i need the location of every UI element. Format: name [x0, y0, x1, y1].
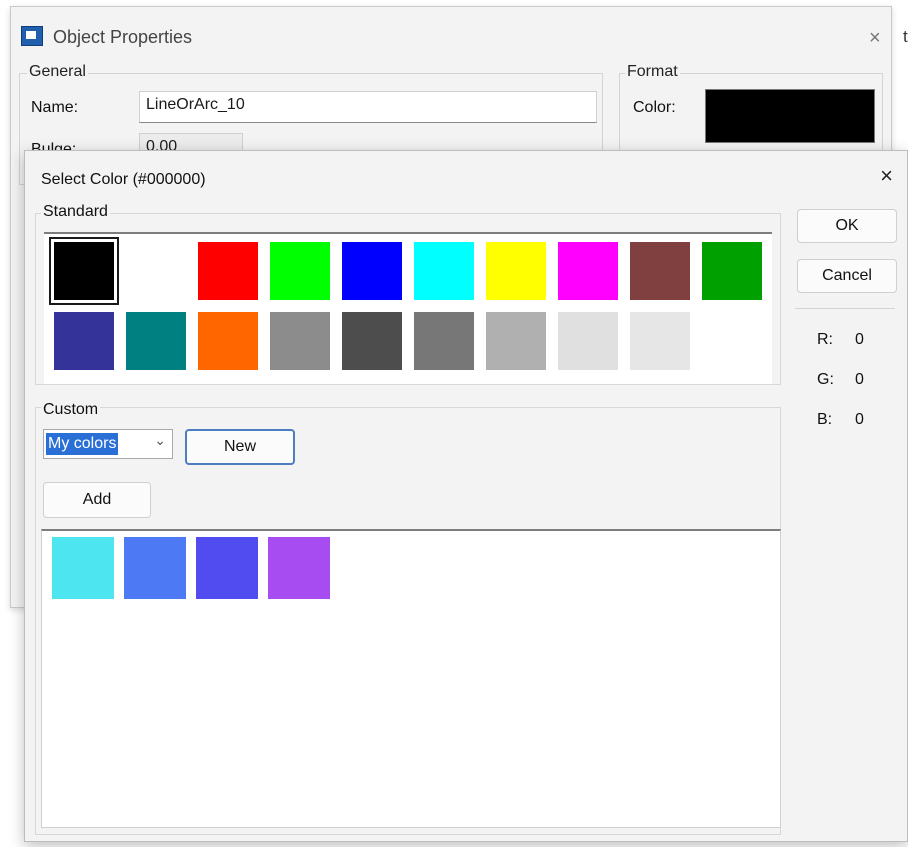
standard-color-swatch[interactable] — [414, 312, 474, 370]
standard-color-swatch[interactable] — [630, 312, 690, 370]
custom-color-swatch[interactable] — [124, 537, 186, 599]
standard-group-label: Standard — [41, 203, 110, 221]
window-close-icon[interactable]: × — [869, 27, 881, 50]
standard-color-swatch[interactable] — [198, 242, 258, 300]
standard-color-swatch[interactable] — [126, 312, 186, 370]
green-label: G: — [817, 371, 834, 388]
side-divider — [795, 308, 895, 309]
standard-color-swatch[interactable] — [342, 312, 402, 370]
standard-color-swatch[interactable] — [54, 312, 114, 370]
blue-label: B: — [817, 411, 833, 428]
custom-group-label: Custom — [41, 401, 101, 419]
format-color-swatch[interactable] — [705, 89, 875, 143]
standard-color-swatch[interactable] — [486, 312, 546, 370]
new-palette-button[interactable]: New — [185, 429, 295, 465]
green-value: 0 — [855, 371, 864, 388]
cancel-button[interactable]: Cancel — [797, 259, 897, 293]
standard-color-swatch[interactable] — [486, 242, 546, 300]
standard-color-swatch[interactable] — [270, 312, 330, 370]
standard-color-swatch[interactable] — [702, 242, 762, 300]
custom-color-list — [41, 529, 781, 828]
standard-color-swatch[interactable] — [270, 242, 330, 300]
select-color-dialog: Select Color (#000000) × Standard Custom… — [24, 150, 908, 842]
name-input[interactable]: LineOrArc_10 — [139, 91, 597, 123]
close-icon[interactable]: × — [880, 163, 893, 189]
truncated-text: ti — [903, 27, 908, 46]
custom-color-swatch[interactable] — [268, 537, 330, 599]
chevron-down-icon: ⌄ — [154, 432, 166, 448]
standard-color-swatch[interactable] — [342, 242, 402, 300]
standard-group — [35, 213, 781, 385]
standard-color-swatch[interactable] — [702, 312, 762, 370]
window-title: Object Properties — [53, 27, 193, 47]
format-group-label: Format — [625, 63, 680, 81]
blue-value: 0 — [855, 411, 864, 428]
standard-color-swatch[interactable] — [414, 242, 474, 300]
app-icon — [21, 26, 43, 46]
red-value: 0 — [855, 331, 864, 348]
standard-color-swatch[interactable] — [54, 242, 114, 300]
standard-color-swatch[interactable] — [558, 312, 618, 370]
dialog-title: Select Color (#000000) — [41, 171, 206, 188]
custom-color-swatch[interactable] — [52, 537, 114, 599]
standard-color-swatch[interactable] — [198, 312, 258, 370]
standard-swatch-grid — [44, 232, 772, 384]
general-group-label: General — [27, 63, 88, 81]
standard-color-swatch[interactable] — [630, 242, 690, 300]
palette-select-value: My colors — [46, 433, 119, 455]
name-label: Name: — [31, 99, 79, 116]
standard-color-swatch[interactable] — [126, 242, 186, 300]
palette-select[interactable]: My colors ⌄ — [43, 429, 173, 459]
add-color-button[interactable]: Add — [43, 482, 151, 518]
custom-color-swatch[interactable] — [196, 537, 258, 599]
standard-color-swatch[interactable] — [558, 242, 618, 300]
color-label: Color: — [633, 99, 676, 116]
ok-button[interactable]: OK — [797, 209, 897, 243]
red-label: R: — [817, 331, 833, 348]
